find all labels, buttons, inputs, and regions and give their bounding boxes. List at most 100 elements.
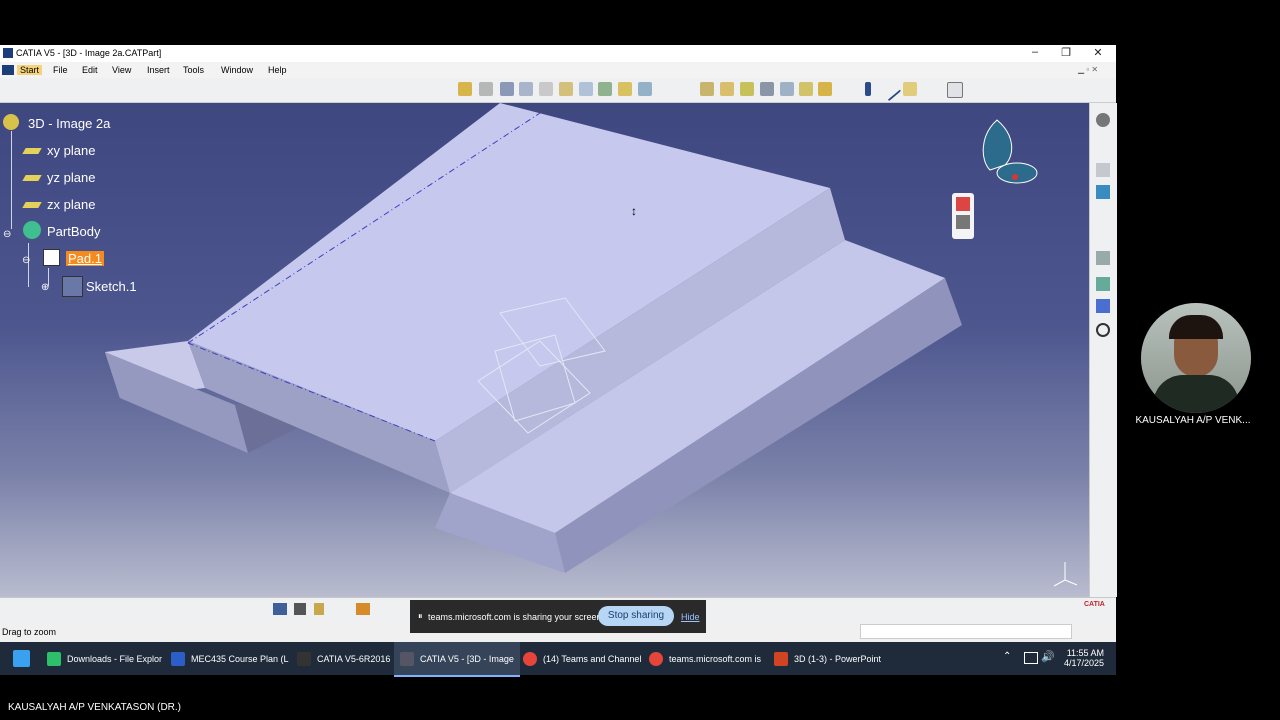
- menu-window[interactable]: Window: [221, 65, 253, 75]
- taskbar-label: teams.microsoft.com is: [669, 653, 762, 664]
- doc-icon: [2, 65, 14, 75]
- 3d-viewport[interactable]: ↕ 3D - Image 2a xy plane yz plane zx pla…: [0, 103, 1089, 597]
- fit-all-icon[interactable]: [273, 603, 287, 615]
- command-input[interactable]: [860, 624, 1072, 639]
- menu-insert[interactable]: Insert: [147, 65, 170, 75]
- start-button[interactable]: [13, 642, 30, 675]
- time: 11:55 AM: [1066, 648, 1105, 658]
- taskbar-item-powerpoint[interactable]: 3D (1-3) - PowerPoint: [774, 642, 881, 675]
- catia-icon: [400, 651, 414, 666]
- tree-yz-plane[interactable]: yz plane: [47, 170, 95, 185]
- tree-partbody[interactable]: PartBody: [47, 224, 100, 239]
- floating-toolbar[interactable]: [952, 193, 974, 239]
- rib-tool-icon[interactable]: [579, 82, 593, 96]
- expand-icon[interactable]: ⊕: [41, 282, 49, 293]
- taskbar-item-downloads[interactable]: Downloads - File Explor: [47, 642, 162, 675]
- constraint-icon[interactable]: [1096, 251, 1110, 265]
- menu-file[interactable]: File: [53, 65, 68, 75]
- catia-app-icon: [3, 48, 13, 58]
- rotate-icon[interactable]: [314, 603, 324, 615]
- taskbar-item-teams-chrome[interactable]: (14) Teams and Channel: [523, 642, 641, 675]
- word-icon: [171, 651, 185, 666]
- grid-icon[interactable]: [1096, 299, 1110, 313]
- powerpoint-icon: [774, 651, 788, 666]
- taskbar-label: Downloads - File Explor: [67, 653, 163, 664]
- shaft-tool-icon[interactable]: [519, 82, 533, 96]
- menu-help[interactable]: Help: [268, 65, 287, 75]
- mirror-tool-icon[interactable]: [818, 82, 832, 96]
- tree-connector: [11, 131, 12, 229]
- right-toolbar: [1089, 103, 1117, 597]
- stiffener-tool-icon[interactable]: [618, 82, 632, 96]
- thickness-tool-icon[interactable]: [780, 82, 794, 96]
- gear-icon[interactable]: [1096, 113, 1110, 127]
- feature-icon[interactable]: [1096, 163, 1110, 177]
- share-message: teams.microsoft.com is sharing your scre…: [428, 612, 605, 622]
- sketch-tool-icon[interactable]: [458, 82, 472, 96]
- exit-icon[interactable]: [956, 197, 970, 211]
- volume-icon[interactable]: 🔊: [1041, 650, 1055, 663]
- tree-root[interactable]: 3D - Image 2a: [28, 116, 110, 131]
- target-icon[interactable]: [1096, 323, 1110, 337]
- plane-tool-icon[interactable]: [903, 82, 917, 96]
- pad-tool-icon[interactable]: [479, 82, 493, 96]
- terminal-icon: [297, 651, 311, 666]
- screen-share-bar: ⏸ teams.microsoft.com is sharing your sc…: [410, 600, 706, 633]
- title-bar: CATIA V5 - [3D - Image 2a.CATPart] – ❐ ✕: [0, 45, 1116, 62]
- workbench-icon[interactable]: [956, 215, 970, 229]
- assembly-icon[interactable]: [1096, 185, 1110, 199]
- draft-tool-icon[interactable]: [740, 82, 754, 96]
- render-icon[interactable]: [356, 603, 370, 615]
- taskbar-label: (14) Teams and Channel: [543, 653, 642, 664]
- tree-xy-plane[interactable]: xy plane: [47, 143, 95, 158]
- window-title: CATIA V5 - [3D - Image 2a.CATPart]: [16, 48, 162, 58]
- tree-zx-plane[interactable]: zx plane: [47, 197, 95, 212]
- tray-chevron-icon[interactable]: ⌃: [1003, 651, 1011, 662]
- taskbar-item-catia[interactable]: CATIA V5 - [3D - Image: [394, 642, 520, 677]
- compass-icon[interactable]: [975, 115, 1045, 195]
- tree-sketch[interactable]: Sketch.1: [86, 279, 137, 294]
- collapse-icon[interactable]: ⊖: [3, 229, 11, 240]
- hide-link[interactable]: Hide: [681, 612, 700, 622]
- analysis-icon[interactable]: [1096, 277, 1110, 291]
- status-text: Drag to zoom: [2, 627, 57, 637]
- date: 4/17/2025: [1064, 658, 1105, 668]
- menu-tools[interactable]: Tools: [183, 65, 204, 75]
- taskbar: Downloads - File Explor MEC435 Course Pl…: [0, 642, 1116, 677]
- pan-icon[interactable]: [294, 603, 306, 615]
- network-icon[interactable]: [1024, 652, 1038, 664]
- taskbar-item-word[interactable]: MEC435 Course Plan (L: [171, 642, 289, 675]
- taskbar-item-catia-launcher[interactable]: CATIA V5-6R2016: [297, 642, 390, 675]
- minimize-button[interactable]: –: [1025, 46, 1045, 58]
- close-button[interactable]: ✕: [1088, 46, 1108, 59]
- slot-tool-icon[interactable]: [598, 82, 612, 96]
- fillet-tool-icon[interactable]: [700, 82, 714, 96]
- tree-pad[interactable]: Pad.1: [66, 251, 104, 266]
- clock[interactable]: 11:55 AM 4/17/2025: [1064, 648, 1104, 668]
- translate-tool-icon[interactable]: [799, 82, 813, 96]
- menu-edit[interactable]: Edit: [82, 65, 98, 75]
- groove-tool-icon[interactable]: [539, 82, 553, 96]
- sketch-icon: [62, 276, 83, 297]
- point-tool-icon[interactable]: [865, 82, 871, 96]
- shell-tool-icon[interactable]: [760, 82, 774, 96]
- taskbar-item-teams-share[interactable]: teams.microsoft.com is: [649, 642, 761, 675]
- restore-button[interactable]: ❐: [1056, 46, 1076, 59]
- measure-tool-icon[interactable]: [947, 82, 963, 98]
- menu-start[interactable]: Start: [17, 65, 43, 75]
- 3d-model: [105, 103, 962, 573]
- chrome-icon: [523, 651, 537, 666]
- collapse-icon[interactable]: ⊖: [22, 255, 30, 266]
- pocket-tool-icon[interactable]: [500, 82, 514, 96]
- doc-window-controls[interactable]: ▁ ▫ ✕: [1078, 65, 1098, 74]
- chamfer-tool-icon[interactable]: [720, 82, 734, 96]
- hole-tool-icon[interactable]: [559, 82, 573, 96]
- stop-sharing-button[interactable]: Stop sharing: [598, 606, 674, 626]
- participant-avatar: [1141, 303, 1251, 413]
- resize-cursor-icon: ↕: [631, 204, 637, 218]
- participant-name: KAUSALYAH A/P VENK...: [1135, 415, 1251, 426]
- menu-view[interactable]: View: [112, 65, 131, 75]
- axis-triad-icon: [1053, 562, 1078, 587]
- line-tool-icon[interactable]: [878, 78, 902, 102]
- loft-tool-icon[interactable]: [638, 82, 652, 96]
